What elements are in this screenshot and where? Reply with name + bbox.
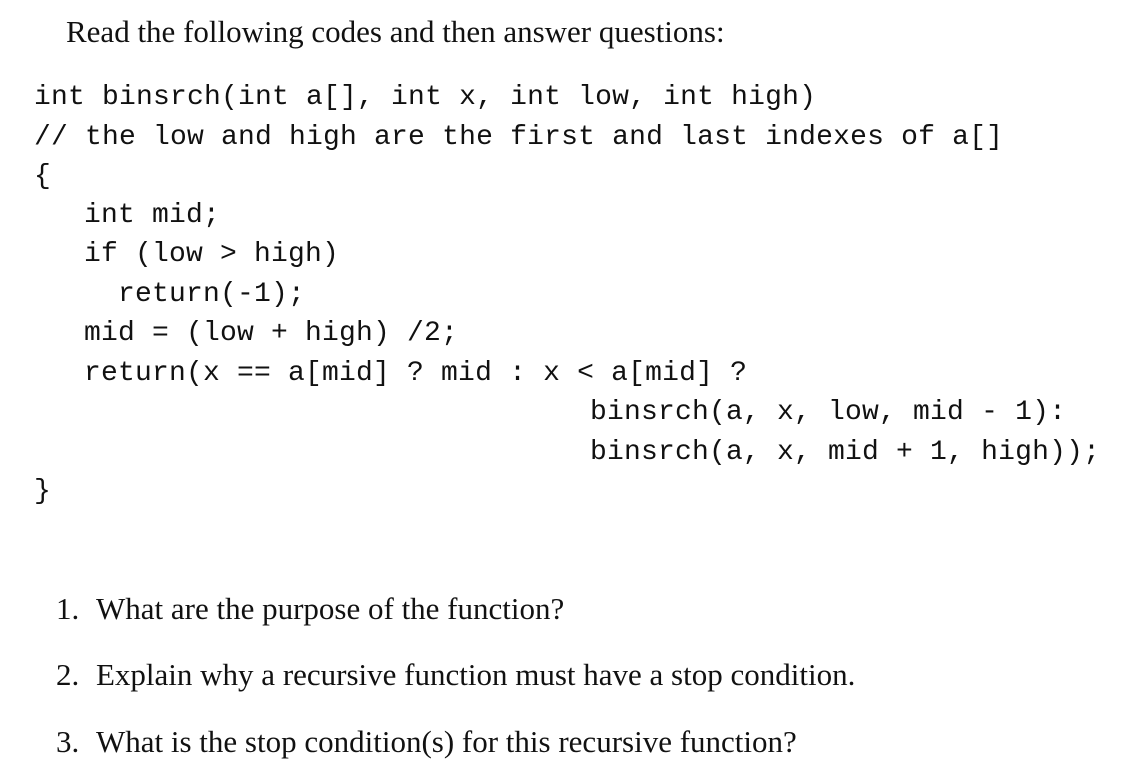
code-line-recurse-right: binsrch(a, x, mid + 1, high)); <box>590 437 1101 468</box>
question-item: 1. What are the purpose of the function? <box>56 589 564 629</box>
question-number: 1. <box>56 591 80 626</box>
question-number: 2. <box>56 657 80 692</box>
code-line-recurse-left: binsrch(a, x, low, mid - 1): <box>590 397 1067 428</box>
code-line-comment: // the low and high are the first and la… <box>34 122 1004 153</box>
intro-instruction: Read the following codes and then answer… <box>66 14 725 49</box>
code-line-mid-assign: mid = (low + high) /2; <box>84 318 459 349</box>
question-number: 3. <box>56 724 80 759</box>
question-text: Explain why a recursive function must ha… <box>96 657 856 692</box>
question-item: 2. Explain why a recursive function must … <box>56 655 855 695</box>
question-item: 3. What is the stop condition(s) for this… <box>56 722 797 762</box>
code-line-if: if (low > high) <box>84 239 340 270</box>
question-text: What is the stop condition(s) for this r… <box>96 724 797 759</box>
code-line-return-minus-one: return(-1); <box>118 279 306 310</box>
question-text: What are the purpose of the function? <box>96 591 565 626</box>
code-line-signature: int binsrch(int a[], int x, int low, int… <box>34 82 817 113</box>
code-line-declaration: int mid; <box>84 200 221 231</box>
code-line-open-brace: { <box>34 161 52 192</box>
code-line-close-brace: } <box>34 476 52 507</box>
code-line-return-ternary: return(x == a[mid] ? mid : x < a[mid] ? <box>84 358 748 389</box>
